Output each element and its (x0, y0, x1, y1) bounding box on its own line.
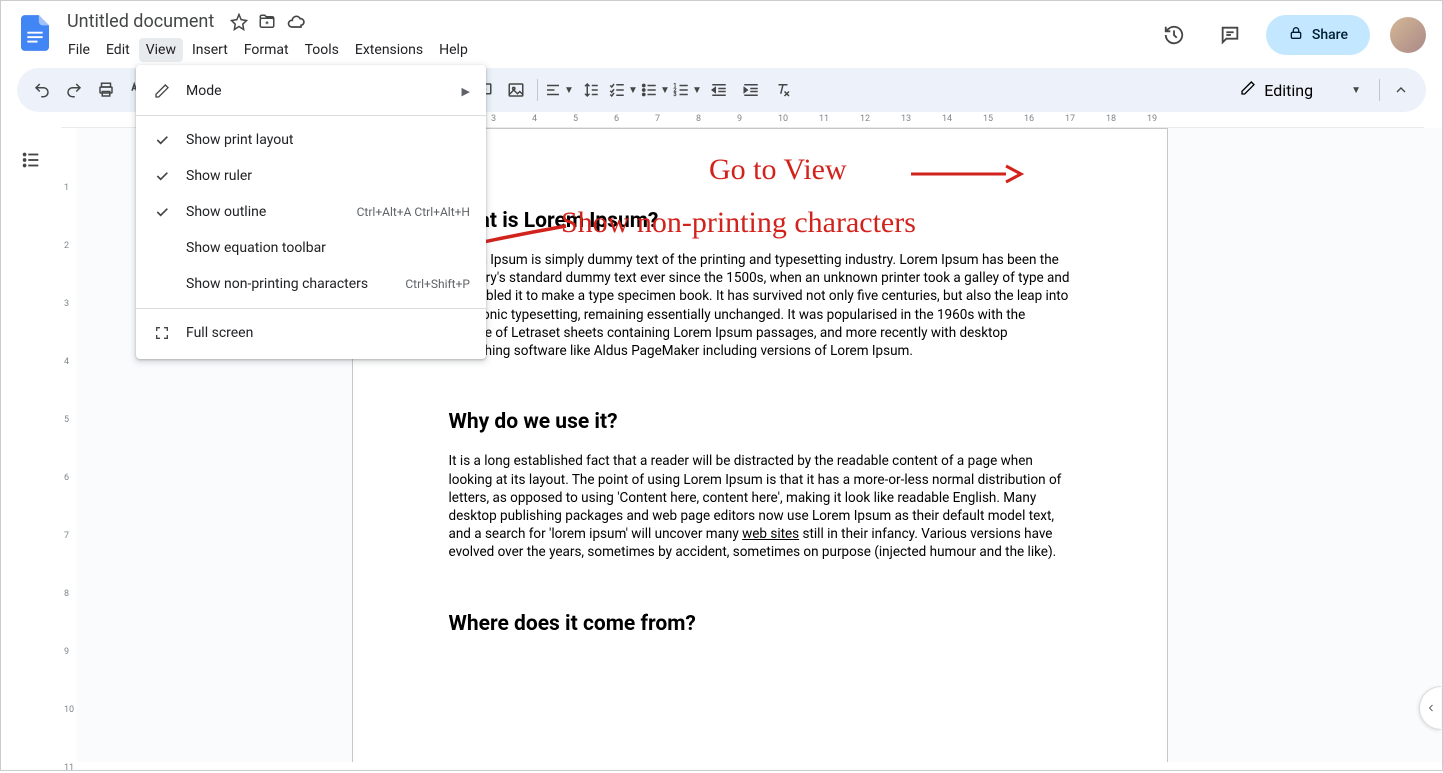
cloud-status-icon[interactable] (286, 12, 306, 32)
menu-help[interactable]: Help (432, 38, 475, 62)
menu-item-show-ruler[interactable]: Show ruler (136, 158, 486, 194)
view-menu-dropdown: Mode ▶ Show print layout Show ruler Show… (136, 65, 486, 359)
menu-item-show-print-layout[interactable]: Show print layout (136, 122, 486, 158)
menu-bar: File Edit View Insert Format Tools Exten… (61, 38, 1154, 62)
menu-item-label: Mode (186, 83, 448, 99)
increase-indent-button[interactable] (736, 75, 766, 105)
docs-logo[interactable] (17, 15, 53, 51)
outline-toggle-button[interactable] (13, 142, 49, 178)
editing-mode-button[interactable]: Editing ▼ (1228, 74, 1373, 106)
move-icon[interactable] (258, 13, 276, 31)
check-icon (152, 168, 172, 184)
pencil-icon (1240, 80, 1256, 100)
menu-item-label: Show ruler (186, 168, 470, 184)
separator (136, 308, 486, 309)
share-button[interactable]: Share (1266, 15, 1370, 55)
heading-1[interactable]: What is Lorem Ipsum? (449, 209, 1071, 233)
collapse-toolbar-button[interactable] (1386, 75, 1416, 105)
undo-button[interactable] (27, 75, 57, 105)
menu-item-full-screen[interactable]: Full screen (136, 315, 486, 351)
pencil-icon (152, 83, 172, 99)
link-websites[interactable]: web sites (742, 526, 799, 542)
svg-text:3: 3 (674, 92, 677, 98)
numbered-list-button[interactable]: 123▼ (672, 75, 702, 105)
check-icon (152, 204, 172, 220)
chevron-right-icon: ▶ (462, 85, 470, 98)
menu-item-label: Show print layout (186, 132, 470, 148)
menu-file[interactable]: File (61, 38, 97, 62)
paragraph-2[interactable]: It is a long established fact that a rea… (449, 452, 1071, 561)
menu-item-show-nonprinting[interactable]: Show non-printing characters Ctrl+Shift+… (136, 266, 486, 302)
paragraph-1[interactable]: Lorem Ipsum is simply dummy text of the … (449, 251, 1071, 360)
checklist-button[interactable]: ▼ (608, 75, 638, 105)
heading-3[interactable]: Where does it come from? (449, 612, 1071, 636)
document-title[interactable]: Untitled document (61, 9, 220, 34)
line-spacing-button[interactable] (576, 75, 606, 105)
menu-item-show-outline[interactable]: Show outline Ctrl+Alt+A Ctrl+Alt+H (136, 194, 486, 230)
menu-format[interactable]: Format (237, 38, 296, 62)
menu-item-label: Show outline (186, 204, 343, 220)
fullscreen-icon (152, 325, 172, 341)
menu-view[interactable]: View (139, 38, 183, 62)
menu-tools[interactable]: Tools (298, 38, 346, 62)
menu-item-label: Full screen (186, 325, 470, 341)
user-avatar[interactable] (1390, 17, 1426, 53)
decrease-indent-button[interactable] (704, 75, 734, 105)
history-icon[interactable] (1154, 15, 1194, 55)
menu-item-shortcut: Ctrl+Shift+P (405, 277, 470, 291)
check-icon (152, 132, 172, 148)
menu-item-shortcut: Ctrl+Alt+A Ctrl+Alt+H (357, 205, 470, 219)
menu-extensions[interactable]: Extensions (348, 38, 430, 62)
heading-2[interactable]: Why do we use it? (449, 410, 1071, 434)
clear-formatting-button[interactable] (768, 75, 798, 105)
editing-mode-label: Editing (1264, 81, 1313, 100)
insert-image-button[interactable] (501, 75, 531, 105)
menu-item-show-equation-toolbar[interactable]: Show equation toolbar (136, 230, 486, 266)
menu-edit[interactable]: Edit (99, 38, 137, 62)
print-button[interactable] (91, 75, 121, 105)
align-button[interactable]: ▼ (544, 75, 574, 105)
share-label: Share (1312, 27, 1348, 43)
menu-item-mode[interactable]: Mode ▶ (136, 73, 486, 109)
separator (1379, 79, 1380, 101)
bulleted-list-button[interactable]: ▼ (640, 75, 670, 105)
star-icon[interactable] (230, 13, 248, 31)
separator (537, 79, 538, 101)
chevron-down-icon: ▼ (1351, 85, 1361, 96)
vertical-ruler[interactable]: 1234567891011 (61, 128, 77, 762)
menu-insert[interactable]: Insert (185, 38, 235, 62)
redo-button[interactable] (59, 75, 89, 105)
lock-icon (1288, 25, 1304, 45)
comments-icon[interactable] (1210, 15, 1250, 55)
separator (136, 115, 486, 116)
menu-item-label: Show equation toolbar (186, 240, 470, 256)
menu-item-label: Show non-printing characters (186, 276, 391, 292)
